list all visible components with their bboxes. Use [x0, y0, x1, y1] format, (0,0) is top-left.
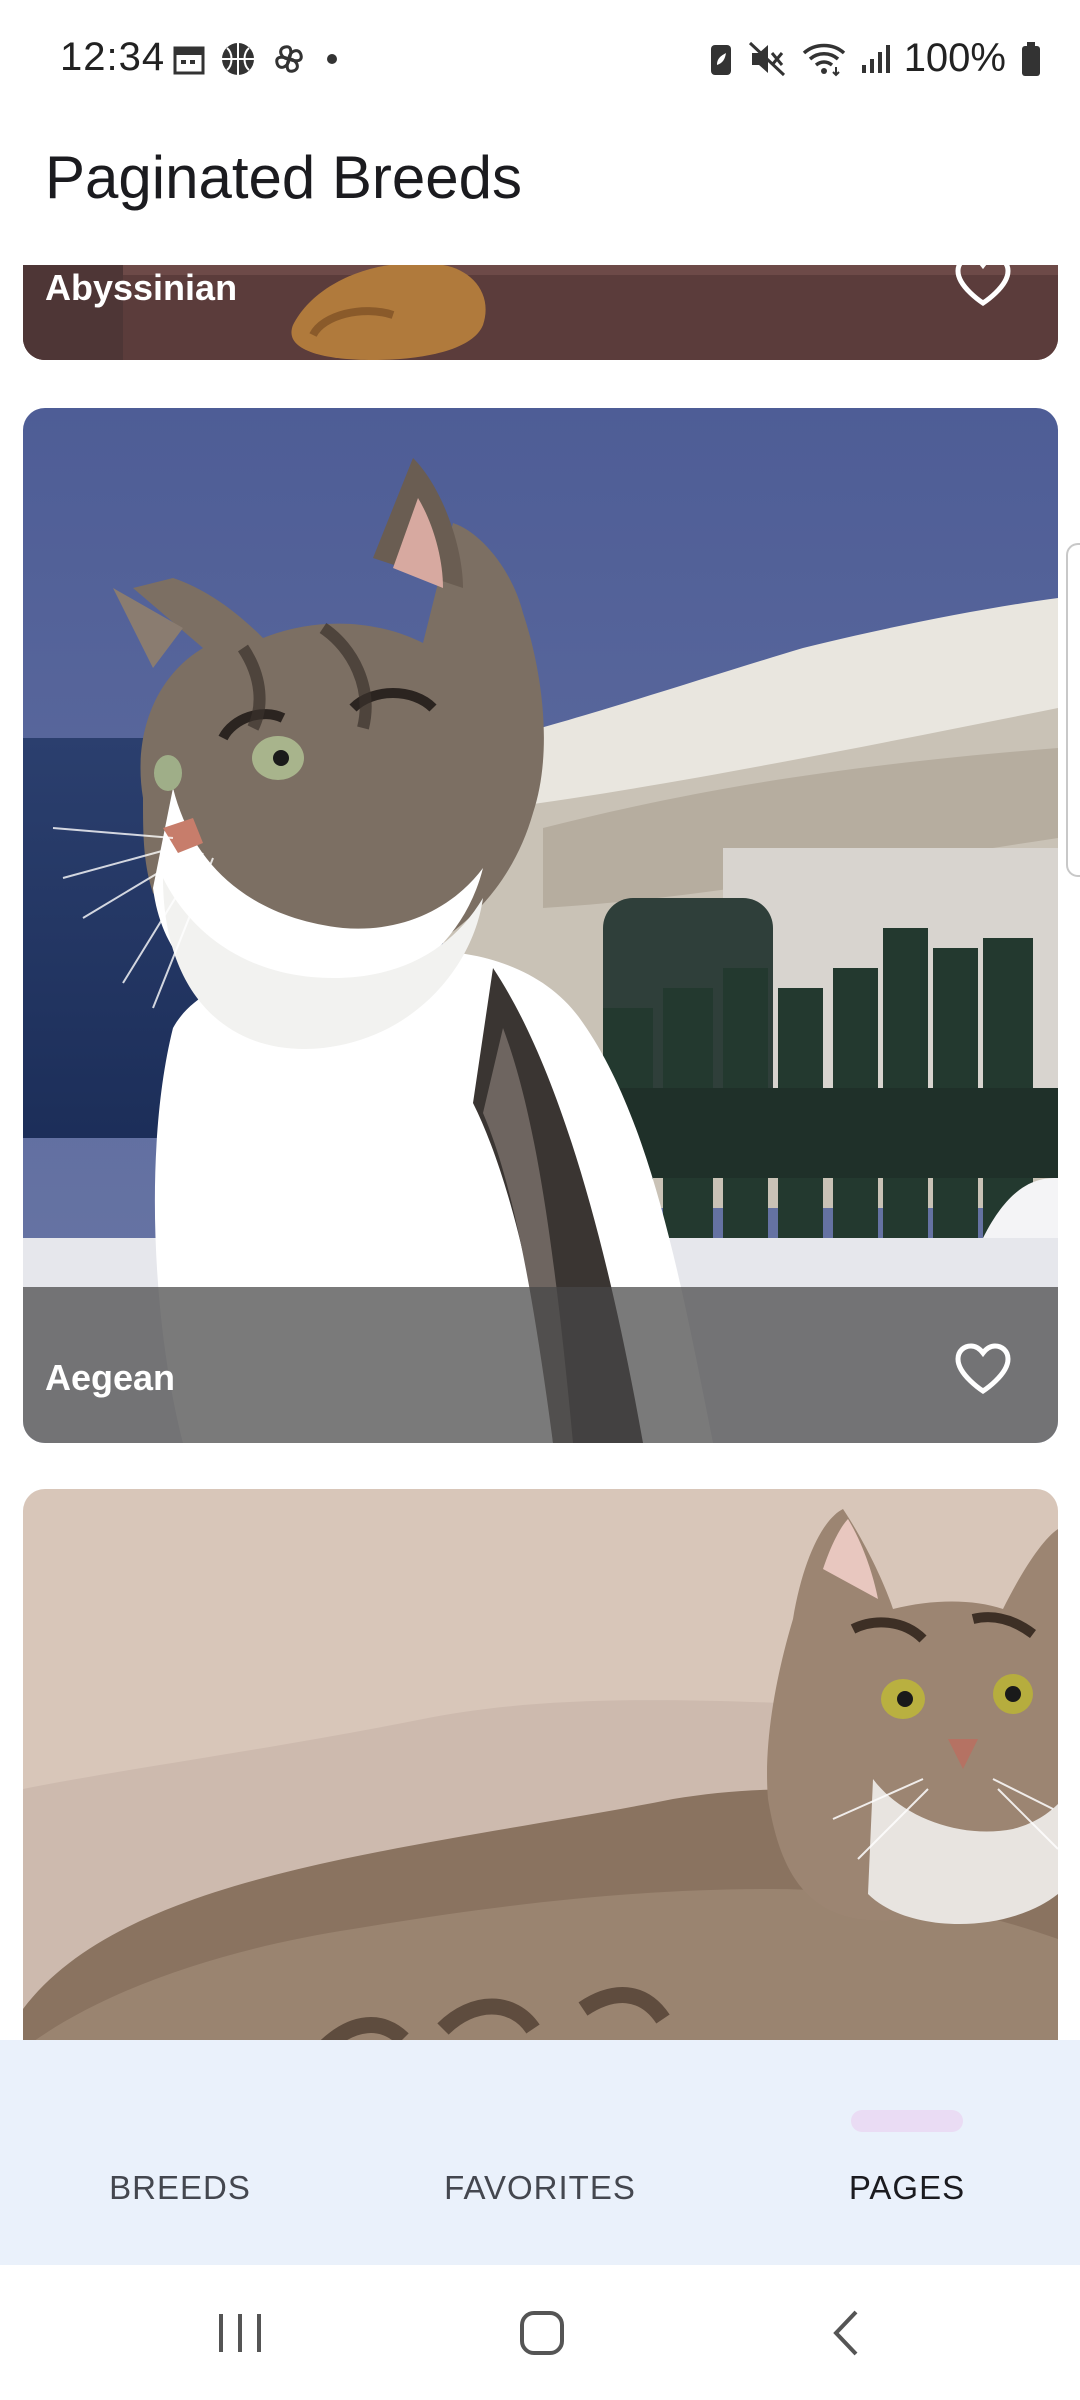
clock: 12:34: [60, 35, 166, 79]
nav-label: PAGES: [848, 2168, 966, 2206]
top-app-bar: Paginated Breeds: [0, 115, 1080, 265]
heart-outline-icon[interactable]: [954, 1343, 1012, 1395]
active-indicator: [851, 2110, 963, 2132]
breed-card[interactable]: [23, 1489, 1058, 2040]
heart-outline-icon[interactable]: [954, 265, 1012, 307]
bottom-navigation: BREEDS FAVORITES PAGES: [0, 2040, 1080, 2265]
basketball-icon: [220, 41, 256, 77]
recent-apps-button[interactable]: [140, 2265, 340, 2400]
battery-icon: [1020, 41, 1042, 77]
name-scrim: [23, 1287, 1058, 1443]
calendar-icon: [172, 42, 206, 76]
breed-name: Abyssinian: [45, 267, 238, 308]
nav-item-breeds[interactable]: BREEDS: [0, 2040, 360, 2265]
page-title: Paginated Breeds: [45, 144, 523, 211]
battery-percent: 100%: [903, 36, 1006, 80]
nav-label: BREEDS: [109, 2168, 251, 2206]
scroll-indicator[interactable]: [1066, 543, 1080, 877]
signal-icon: [860, 43, 890, 75]
pinwheel-icon: [270, 40, 308, 78]
home-icon: [520, 2310, 564, 2355]
nav-label: FAVORITES: [444, 2168, 636, 2206]
back-icon: [833, 2310, 858, 2355]
breed-list[interactable]: Abyssinian Aegean: [0, 265, 1080, 2040]
back-button[interactable]: [745, 2265, 945, 2400]
breed-name: Aegean: [45, 1357, 176, 1398]
home-button[interactable]: [442, 2265, 642, 2400]
dot-icon: [322, 49, 342, 69]
status-bar: 12:34 100%: [0, 0, 1080, 115]
mute-icon: [748, 41, 788, 77]
system-navigation-bar: [0, 2265, 1080, 2400]
breed-card[interactable]: Abyssinian: [23, 265, 1058, 360]
nav-item-pages[interactable]: PAGES: [727, 2040, 1080, 2265]
recent-apps-icon: [219, 2313, 261, 2352]
wifi-icon: [802, 41, 846, 77]
breed-photo: [23, 1489, 1058, 2040]
battery-saver-icon: [708, 41, 734, 77]
breed-card[interactable]: Aegean: [23, 408, 1058, 1443]
nav-item-favorites[interactable]: FAVORITES: [360, 2040, 720, 2265]
